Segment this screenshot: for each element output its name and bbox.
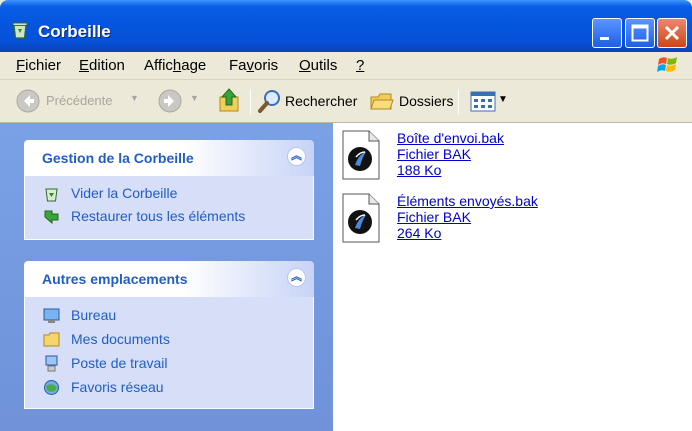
title-bar[interactable]: Corbeille — [0, 0, 692, 52]
tasks-panel-header[interactable]: Gestion de la Corbeille ︽ — [24, 140, 314, 176]
minimize-icon — [600, 37, 609, 40]
views-icon[interactable] — [470, 91, 496, 113]
file-name: Boîte d'envoi.bak — [397, 130, 504, 146]
tasks-panel-title: Gestion de la Corbeille — [42, 150, 194, 166]
menu-edition-accel: E — [79, 57, 90, 74]
file-type: Fichier BAK — [397, 209, 471, 225]
back-arrow-icon — [16, 89, 40, 113]
place-my-computer-label: Poste de travail — [71, 355, 168, 371]
file-size: 264 Ko — [397, 225, 442, 241]
toolbar: Précédente ▼ ▼ Rechercher Dossiers ▼ — [0, 81, 692, 123]
menu-outils-rest: utils — [310, 57, 338, 74]
menu-help-accel: ? — [356, 57, 365, 74]
task-empty-bin-label: Vider la Corbeille — [71, 185, 178, 201]
menu-affichage-pre: Affic — [144, 57, 173, 74]
menu-edition-rest: dition — [89, 57, 125, 74]
views-dropdown-icon[interactable]: ▼ — [498, 94, 508, 105]
menu-affichage-rest: age — [181, 57, 207, 74]
maximize-button[interactable] — [625, 18, 655, 48]
windows-logo-icon — [657, 57, 677, 72]
places-panel-title: Autres emplacements — [42, 271, 188, 287]
file-name: Éléments envoyés.bak — [397, 193, 538, 209]
menu-outils[interactable]: Outils — [299, 57, 337, 74]
file-size: 188 Ko — [397, 162, 442, 178]
folders-button[interactable]: Dossiers — [399, 93, 453, 109]
menu-affichage-accel: h — [172, 57, 182, 74]
window-title: Corbeille — [38, 22, 111, 41]
collapse-chevron-icon[interactable]: ︽ — [287, 268, 306, 287]
menu-favoris-rest: oris — [254, 57, 279, 74]
menu-favoris-accel: v — [246, 57, 255, 74]
file-list: Boîte d'envoi.bak Fichier BAK 188 Ko Élé… — [333, 123, 692, 431]
tasks-panel-body: Vider la Corbeille Restaurer tous les él… — [24, 176, 314, 240]
menu-fichier-rest: ichier — [25, 57, 62, 74]
network-places-icon — [44, 380, 59, 395]
forward-arrow-icon[interactable] — [158, 89, 182, 113]
menu-fichier[interactable]: Fichier — [16, 57, 61, 74]
bak-file-icon — [342, 193, 380, 243]
back-dropdown-icon[interactable]: ▼ — [130, 93, 139, 103]
explorer-window: Corbeille Fichier Edition Affichage Favo… — [0, 0, 692, 431]
back-button[interactable]: Précédente — [46, 93, 113, 108]
recycle-bin-icon — [12, 22, 28, 39]
folder-up-icon[interactable] — [218, 87, 242, 115]
bak-file-icon — [342, 130, 380, 180]
menu-bar: Fichier Edition Affichage Favoris Outils… — [0, 52, 692, 80]
my-computer-icon — [45, 355, 58, 372]
collapse-chevron-icon[interactable]: ︽ — [287, 147, 306, 166]
search-icon — [258, 90, 280, 113]
forward-dropdown-icon[interactable]: ▼ — [190, 93, 199, 103]
close-button[interactable] — [657, 18, 687, 48]
menu-favoris[interactable]: Favoris — [229, 57, 278, 74]
menu-help[interactable]: ? — [356, 57, 364, 74]
toolbar-separator — [458, 89, 459, 115]
menu-favoris-pre: Fa — [229, 57, 247, 74]
close-icon — [664, 25, 680, 41]
task-restore-all-label: Restaurer tous les éléments — [71, 208, 246, 224]
file-type: Fichier BAK — [397, 146, 471, 162]
places-panel-body: Bureau Mes documents Poste de travail Fa… — [24, 297, 314, 409]
menu-fichier-accel: F — [16, 57, 26, 74]
minimize-button[interactable] — [592, 18, 622, 48]
my-documents-icon — [43, 332, 60, 347]
menu-edition[interactable]: Edition — [79, 57, 125, 74]
task-pane: Gestion de la Corbeille ︽ Vider la Corbe… — [0, 123, 333, 431]
place-network-label: Favoris réseau — [71, 379, 164, 395]
menu-outils-accel: O — [299, 57, 311, 74]
toolbar-separator — [250, 89, 251, 115]
maximize-icon — [631, 24, 649, 42]
menu-affichage[interactable]: Affichage — [144, 57, 206, 74]
search-button[interactable]: Rechercher — [285, 93, 357, 109]
places-panel-header[interactable]: Autres emplacements ︽ — [24, 261, 314, 297]
place-desktop-label: Bureau — [71, 307, 117, 323]
place-my-documents-label: Mes documents — [71, 331, 170, 347]
restore-icon — [44, 210, 59, 225]
empty-bin-icon — [45, 188, 58, 202]
desktop-icon — [43, 308, 60, 323]
folders-icon — [370, 93, 394, 110]
